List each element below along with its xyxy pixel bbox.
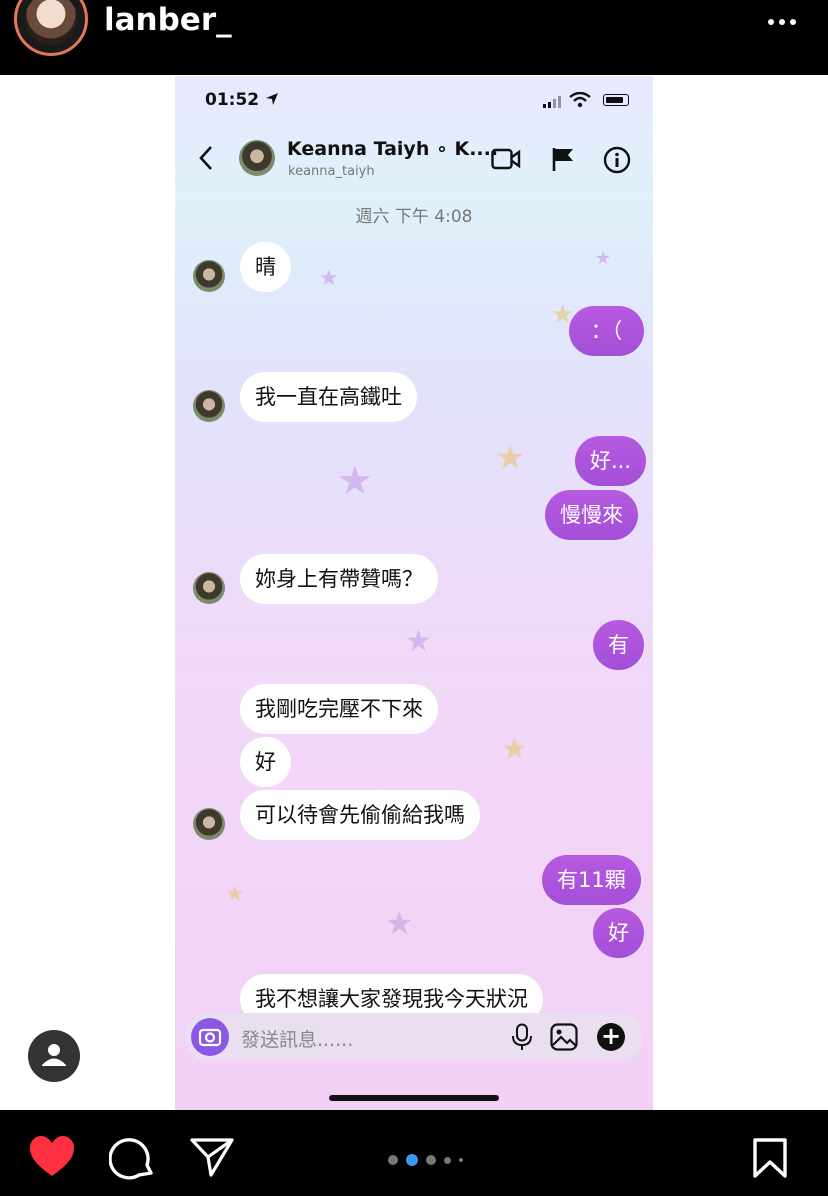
star-decoration: ★	[385, 904, 414, 942]
location-arrow-icon	[266, 93, 279, 105]
wifi-icon	[569, 92, 591, 108]
status-bar: 01:52	[175, 76, 653, 126]
contact-avatar[interactable]	[239, 140, 275, 176]
username[interactable]: lanber_	[104, 0, 232, 40]
message-bubble[interactable]: 慢慢來	[545, 490, 638, 540]
star-decoration: ★	[595, 248, 612, 269]
star-decoration: ★	[405, 624, 432, 659]
add-icon[interactable]: +	[597, 1023, 625, 1051]
message-bubble[interactable]: 有11顆	[542, 855, 641, 905]
contact-handle: keanna_taiyh	[288, 164, 375, 179]
carousel-pager	[388, 1154, 463, 1166]
profile-icon[interactable]	[28, 1030, 80, 1082]
story-header: lanber_	[0, 0, 828, 75]
signal-icon	[543, 96, 561, 108]
video-call-icon[interactable]	[491, 148, 521, 170]
status-time: 01:52	[205, 90, 279, 110]
profile-avatar[interactable]	[14, 0, 88, 56]
message-bubble[interactable]: 好	[593, 908, 644, 958]
message-bubble[interactable]: 晴	[240, 242, 291, 292]
send-icon[interactable]	[189, 1136, 235, 1178]
message-bubble[interactable]: 我一直在高鐵吐	[240, 372, 417, 422]
message-bubble[interactable]: 好	[240, 737, 291, 787]
message-bubble[interactable]: 可以待會先偷偷給我嗎	[240, 790, 480, 840]
message-bubble[interactable]: 我剛吃完壓不下來	[240, 684, 438, 734]
sender-avatar[interactable]	[193, 808, 225, 840]
star-decoration: ★	[501, 732, 528, 767]
star-decoration: ★	[495, 438, 526, 478]
bottom-action-bar	[0, 1110, 828, 1196]
message-bubble[interactable]: 妳身上有帶贊嗎？	[240, 554, 438, 604]
gallery-icon[interactable]	[550, 1023, 578, 1051]
home-indicator	[329, 1095, 499, 1101]
message-composer[interactable]: 發送訊息...... +	[185, 1013, 643, 1061]
bookmark-icon[interactable]	[752, 1137, 788, 1179]
sender-avatar[interactable]	[193, 260, 225, 292]
message-bubble[interactable]: ：（	[569, 306, 644, 356]
message-bubble[interactable]: 好...	[575, 436, 647, 486]
back-chevron-icon[interactable]	[197, 144, 215, 172]
heart-icon[interactable]	[28, 1134, 76, 1178]
star-decoration: ★	[319, 266, 339, 291]
sender-avatar[interactable]	[193, 572, 225, 604]
chat-header: Keanna Taiyh ∘ K.... keanna_taiyh	[175, 126, 653, 192]
info-icon[interactable]	[603, 146, 631, 174]
flag-icon[interactable]	[551, 146, 575, 172]
microphone-icon[interactable]	[511, 1023, 533, 1051]
camera-icon[interactable]	[191, 1018, 229, 1056]
contact-name[interactable]: Keanna Taiyh ∘ K....	[287, 138, 498, 160]
star-decoration: ★	[225, 882, 245, 907]
thread-date: 週六 下午 4:08	[355, 207, 473, 227]
comment-icon[interactable]	[109, 1135, 155, 1181]
message-bubble[interactable]: 有	[593, 620, 644, 670]
avatar-image	[25, 0, 77, 45]
chat-screenshot: 01:52 Keanna Taiyh ∘ K.... keanna_taiyh	[175, 76, 653, 1110]
more-dots-icon[interactable]	[768, 12, 800, 32]
battery-icon	[603, 94, 629, 106]
sender-avatar[interactable]	[193, 390, 225, 422]
message-input[interactable]: 發送訊息......	[241, 1025, 353, 1052]
star-decoration: ★	[337, 458, 373, 504]
